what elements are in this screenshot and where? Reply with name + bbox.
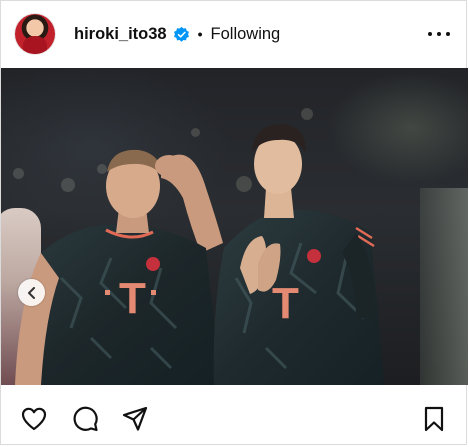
comment-bubble-icon[interactable] <box>71 405 99 433</box>
following-button[interactable]: Following <box>211 25 281 44</box>
svg-text:T: T <box>272 279 299 328</box>
player-right: T <box>213 124 384 385</box>
profile-avatar[interactable] <box>15 14 55 54</box>
previous-slide-button[interactable] <box>18 279 45 306</box>
more-dot <box>446 32 450 36</box>
username-link[interactable]: hiroki_ito38 <box>74 25 167 44</box>
background-stand <box>420 188 468 385</box>
player-left: T <box>15 149 223 385</box>
more-options-icon[interactable] <box>428 26 450 42</box>
username-row: hiroki_ito38 • Following <box>74 22 280 46</box>
separator-dot: • <box>197 26 203 42</box>
chevron-left-icon <box>27 286 35 299</box>
heart-icon[interactable] <box>20 405 48 433</box>
more-dot <box>437 32 441 36</box>
verified-badge-icon <box>173 26 189 42</box>
svg-text:T: T <box>119 274 146 323</box>
paper-plane-icon[interactable] <box>121 405 149 433</box>
post-image[interactable]: T T <box>1 68 468 385</box>
more-dot <box>428 32 432 36</box>
action-bar <box>0 395 469 443</box>
post-header: hiroki_ito38 • Following <box>0 0 469 68</box>
bookmark-icon[interactable] <box>420 405 448 433</box>
